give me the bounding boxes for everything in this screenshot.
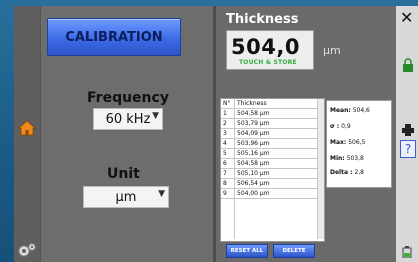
unit-select[interactable]: µm ▼ xyxy=(83,186,169,208)
row-value: 505,10 µm xyxy=(237,170,270,177)
sigma-value: 0,9 xyxy=(341,123,351,130)
reset-all-button[interactable]: RESET ALL xyxy=(226,244,268,258)
stat-max: Max: 506,5 xyxy=(330,139,365,146)
table-row[interactable]: 1 504,58 µm xyxy=(221,109,317,119)
gear-icon[interactable] xyxy=(17,242,37,260)
unit-label: Unit xyxy=(107,166,140,182)
row-number: 2 xyxy=(223,120,227,127)
frequency-select[interactable]: 60 kHz ▼ xyxy=(93,108,163,130)
settings-panel: CALIBRATION Frequency 60 kHz ▼ Unit µm ▼ xyxy=(41,6,213,262)
table-row[interactable]: 9 504,00 µm xyxy=(221,189,317,199)
row-number: 5 xyxy=(223,150,227,157)
stat-min: Min: 503,8 xyxy=(330,155,364,162)
max-value: 506,5 xyxy=(348,139,366,146)
sigma-label: σ : xyxy=(330,123,340,130)
right-toolbar: ✕ ? xyxy=(396,6,418,262)
battery-icon xyxy=(402,246,412,258)
thickness-title: Thickness xyxy=(226,12,299,27)
delta-label: Delta : xyxy=(330,169,353,176)
row-value: 504,09 µm xyxy=(237,130,270,137)
row-value: 503,79 µm xyxy=(237,120,270,127)
row-number: 1 xyxy=(223,110,227,117)
header-number: N° xyxy=(223,100,231,107)
table-row[interactable]: 2 503,79 µm xyxy=(221,119,317,129)
row-value: 505,16 µm xyxy=(237,150,270,157)
header-thickness: Thickness xyxy=(237,100,267,107)
row-number: 7 xyxy=(223,170,227,177)
frequency-label: Frequency xyxy=(87,90,169,106)
print-icon[interactable] xyxy=(402,124,414,136)
table-header: N° Thickness xyxy=(221,99,317,109)
mean-value: 504,6 xyxy=(352,107,370,114)
row-number: 8 xyxy=(223,180,227,187)
table-row[interactable]: 7 505,10 µm xyxy=(221,169,317,179)
help-icon[interactable]: ? xyxy=(400,140,416,158)
delta-value: 2,8 xyxy=(354,169,364,176)
max-label: Max: xyxy=(330,139,347,146)
statistics-panel: Mean: 504,6 σ : 0,9 Max: 506,5 Min: 503,… xyxy=(326,100,392,188)
thickness-display[interactable]: 504,0 TOUCH & STORE xyxy=(226,30,314,70)
row-number: 9 xyxy=(223,190,227,197)
thickness-unit: µm xyxy=(323,44,341,57)
chevron-down-icon: ▼ xyxy=(152,111,159,121)
table-scrollbar[interactable] xyxy=(317,99,324,239)
row-value: 504,58 µm xyxy=(237,160,270,167)
row-number: 3 xyxy=(223,130,227,137)
table-row[interactable]: 5 505,16 µm xyxy=(221,149,317,159)
left-sidebar xyxy=(14,6,41,262)
row-value: 506,54 µm xyxy=(237,180,270,187)
measurements-table: N° Thickness 1 504,58 µm 2 503,79 µm 3 5… xyxy=(220,98,325,242)
mean-label: Mean: xyxy=(330,107,351,114)
chevron-down-icon: ▼ xyxy=(158,189,165,199)
stat-sigma: σ : 0,9 xyxy=(330,123,351,130)
table-row[interactable]: 3 504,09 µm xyxy=(221,129,317,139)
stat-delta: Delta : 2,8 xyxy=(330,169,364,176)
calibration-button[interactable]: CALIBRATION xyxy=(47,18,181,56)
thickness-value: 504,0 xyxy=(231,35,300,59)
row-value: 503,96 µm xyxy=(237,140,270,147)
min-label: Min: xyxy=(330,155,345,162)
screen: CALIBRATION Frequency 60 kHz ▼ Unit µm ▼… xyxy=(14,6,418,262)
close-icon[interactable]: ✕ xyxy=(400,8,413,27)
row-number: 6 xyxy=(223,160,227,167)
unit-value: µm xyxy=(115,189,137,205)
frequency-value: 60 kHz xyxy=(105,111,151,127)
row-value: 504,00 µm xyxy=(237,190,270,197)
row-number: 4 xyxy=(223,140,227,147)
lock-icon[interactable] xyxy=(402,58,414,72)
min-value: 503,8 xyxy=(346,155,364,162)
table-row[interactable]: 4 503,96 µm xyxy=(221,139,317,149)
row-value: 504,58 µm xyxy=(237,110,270,117)
home-icon[interactable] xyxy=(18,120,36,136)
measurement-panel: Thickness 504,0 TOUCH & STORE µm N° Thic… xyxy=(216,6,396,262)
table-row[interactable]: 8 506,54 µm xyxy=(221,179,317,189)
delete-button[interactable]: DELETE xyxy=(273,244,315,258)
touch-store-hint: TOUCH & STORE xyxy=(239,59,297,66)
table-row[interactable]: 6 504,58 µm xyxy=(221,159,317,169)
stat-mean: Mean: 504,6 xyxy=(330,107,370,114)
